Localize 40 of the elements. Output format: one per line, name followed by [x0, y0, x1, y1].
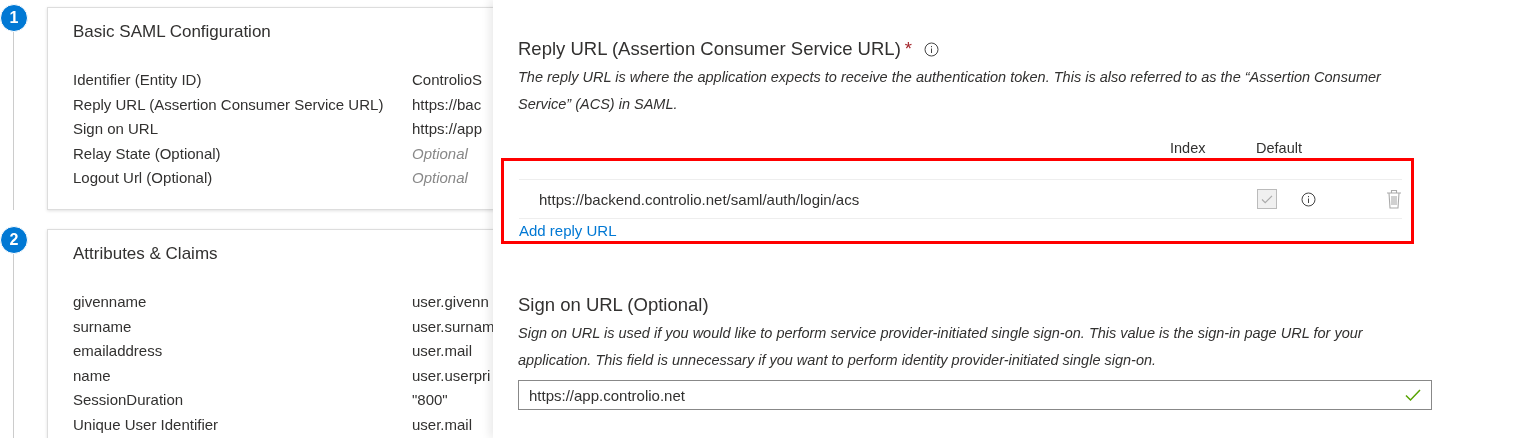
- field-label: Identifier (Entity ID): [73, 70, 203, 90]
- add-reply-url-link[interactable]: Add reply URL: [519, 222, 617, 239]
- delete-icon[interactable]: [1386, 189, 1402, 209]
- url-value: https://backend.controlio.net/saml/auth/login/acs: [538, 190, 861, 208]
- sign-on-url-field[interactable]: https://app.controlio.net: [518, 380, 1432, 410]
- field-label: Logout Url (Optional): [73, 168, 214, 189]
- field-value: https://app: [412, 119, 484, 140]
- field-label: Unique User Identifier: [73, 414, 220, 435]
- section-title: Attributes & Claims: [73, 243, 219, 264]
- column-header: Index: [1170, 140, 1206, 156]
- field-label: name: [73, 365, 112, 386]
- info-icon: [924, 41, 939, 57]
- field-value: user.userpri: [412, 365, 492, 386]
- column-header: Default: [1256, 140, 1302, 156]
- field-value: user.mail: [412, 414, 474, 435]
- field-label: givenname: [73, 291, 148, 312]
- placeholder-text: Optional: [412, 168, 469, 189]
- field-label: SessionDuration: [73, 390, 185, 411]
- section-title: Reply URL (Assertion Consumer Service URL): [518, 38, 901, 60]
- check-icon: [1260, 192, 1274, 206]
- field-label: Reply URL (Assertion Consumer Service URL): [73, 94, 385, 115]
- info-icon: [1301, 191, 1316, 207]
- field-value: user.mail: [412, 341, 474, 362]
- field-value: user.givenn: [412, 291, 490, 312]
- field-label: Relay State (Optional): [73, 143, 222, 164]
- field-label: emailaddress: [73, 341, 164, 362]
- placeholder-text: Optional: [412, 143, 469, 164]
- required-mark: *: [904, 38, 912, 60]
- step-number-badge: 2: [0, 225, 28, 254]
- description-text: The reply URL is where the application expects to receive the authentication token. This is also referred to as the “Assertion Consumer Service” (ACS) in SAML.: [518, 68, 1383, 114]
- field-value: user.surnam: [412, 316, 493, 337]
- field-label: surname: [73, 316, 133, 337]
- field-label: Sign on URL: [73, 119, 160, 140]
- field-value: "800": [412, 390, 449, 411]
- section-title: Basic SAML Configuration: [73, 22, 272, 42]
- field-value: https://bac: [412, 94, 483, 115]
- field-value: ControlioS: [412, 70, 484, 90]
- section-title: Sign on URL (Optional): [518, 294, 709, 316]
- step-number-badge: 1: [0, 4, 28, 32]
- description-text: Sign on URL is used if you would like to perform service provider-initiated single sign-on. This value is the sign-in page URL for your application. This field is unnecessary if you want to perform identity provider-initiated single sign-on.: [518, 324, 1364, 370]
